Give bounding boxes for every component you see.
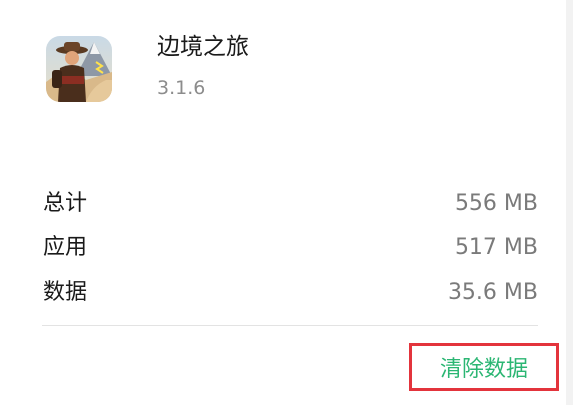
divider [42,325,538,326]
storage-row-total: 总计 556 MB [43,187,538,221]
storage-value-app: 517 MB [454,235,538,260]
app-icon-graphic [46,36,112,102]
storage-label-app: 应用 [43,235,88,260]
clear-data-label: 清除数据 [439,357,528,382]
app-storage-card: 边境之旅 3.1.6 总计 556 MB 应用 517 MB 数据 35.6 M… [0,0,566,405]
app-name: 边境之旅 [157,34,249,60]
storage-label-data: 数据 [43,280,88,305]
storage-row-app: 应用 517 MB [43,231,538,265]
storage-value-data: 35.6 MB [447,280,538,305]
clear-data-button[interactable]: 清除数据 [409,343,559,391]
storage-row-data: 数据 35.6 MB [43,276,538,310]
app-version: 3.1.6 [157,77,206,99]
storage-label-total: 总计 [43,191,88,216]
storage-value-total: 556 MB [454,191,538,216]
app-icon [46,36,112,102]
